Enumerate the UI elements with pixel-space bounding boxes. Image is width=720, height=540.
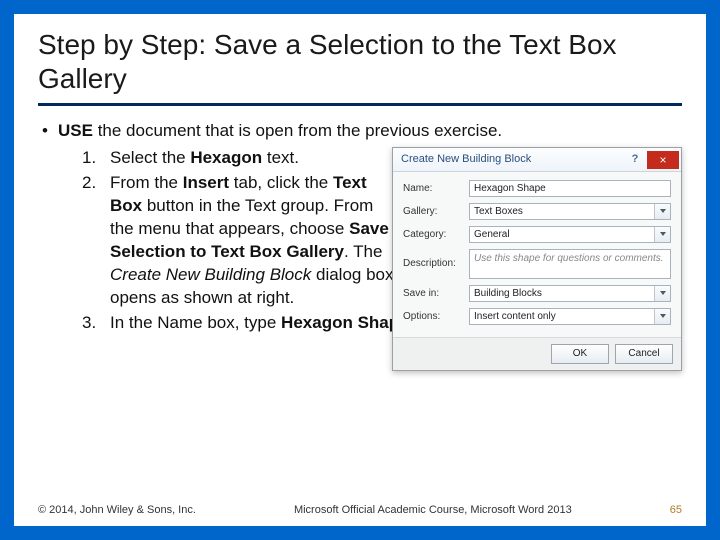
gallery-combo[interactable]: Text Boxes xyxy=(469,203,671,220)
description-field[interactable]: Use this shape for questions or comments… xyxy=(469,249,671,279)
options-combo[interactable]: Insert content only xyxy=(469,308,671,325)
cancel-button[interactable]: Cancel xyxy=(615,344,673,364)
name-field[interactable]: Hexagon Shape xyxy=(469,180,671,197)
title-rule xyxy=(38,103,682,106)
body-text: USE the document that is open from the p… xyxy=(38,120,682,334)
category-label: Category: xyxy=(403,228,463,242)
dialog-titlebar: Create New Building Block ? × xyxy=(393,148,681,172)
name-label: Name: xyxy=(403,182,463,196)
steps-wrap: Select the Hexagon text. From the Insert… xyxy=(38,147,682,335)
savein-label: Save in: xyxy=(403,287,463,301)
options-label: Options: xyxy=(403,310,463,324)
close-icon[interactable]: × xyxy=(647,151,679,169)
dialog-footer: OK Cancel xyxy=(393,337,681,370)
ok-button[interactable]: OK xyxy=(551,344,609,364)
create-building-block-dialog: Create New Building Block ? × Name: Hexa… xyxy=(392,147,682,371)
description-label: Description: xyxy=(403,257,463,271)
chevron-down-icon xyxy=(660,291,666,295)
chevron-down-icon xyxy=(660,209,666,213)
course-name: Microsoft Official Academic Course, Micr… xyxy=(196,504,670,516)
gallery-label: Gallery: xyxy=(403,205,463,219)
category-combo[interactable]: General xyxy=(469,226,671,243)
lead-bold: USE xyxy=(58,121,93,140)
step-2: From the Insert tab, click the Text Box … xyxy=(110,172,400,310)
help-icon[interactable]: ? xyxy=(625,152,645,168)
slide-footer: © 2014, John Wiley & Sons, Inc. Microsof… xyxy=(38,504,682,516)
copyright: © 2014, John Wiley & Sons, Inc. xyxy=(38,504,196,516)
savein-combo[interactable]: Building Blocks xyxy=(469,285,671,302)
chevron-down-icon xyxy=(660,314,666,318)
dialog-body: Name: Hexagon Shape Gallery: Text Boxes … xyxy=(393,172,681,337)
lead-line: USE the document that is open from the p… xyxy=(38,120,682,143)
slide-title: Step by Step: Save a Selection to the Te… xyxy=(38,28,682,95)
dialog-title: Create New Building Block xyxy=(401,152,531,167)
page-number: 65 xyxy=(670,504,682,516)
chevron-down-icon xyxy=(660,232,666,236)
slide: Step by Step: Save a Selection to the Te… xyxy=(14,14,706,526)
lead-rest: the document that is open from the previ… xyxy=(93,121,502,140)
